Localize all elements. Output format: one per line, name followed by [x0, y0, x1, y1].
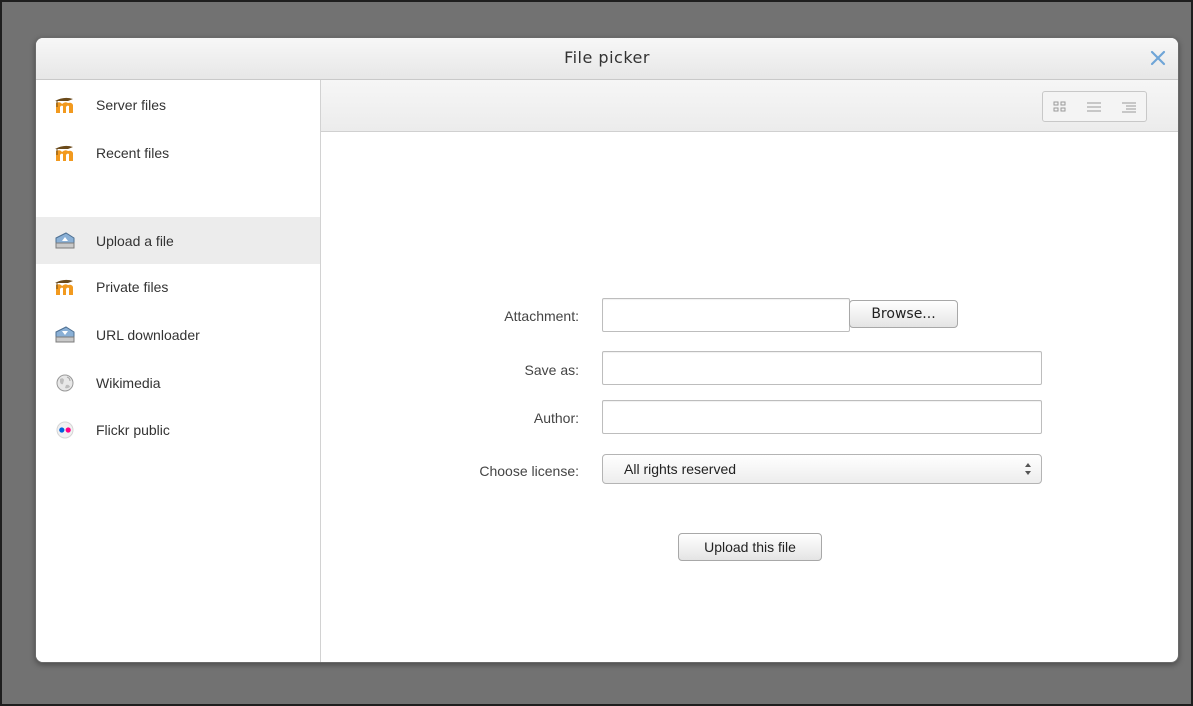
sidebar-item-label: Upload a file — [96, 232, 174, 249]
close-icon[interactable] — [1147, 47, 1169, 69]
save-as-field[interactable] — [602, 351, 1042, 385]
sidebar-item-recent-files[interactable]: Recent files — [36, 130, 320, 176]
sidebar-item-label: Server files — [96, 97, 167, 113]
upload-this-file-button[interactable]: Upload this file — [678, 533, 822, 561]
sidebar-item-url-downloader[interactable]: URL downloader — [36, 312, 320, 358]
dialog-titlebar: File picker — [36, 38, 1178, 80]
sidebar-item-label: Private files — [96, 279, 169, 295]
list-view-icon[interactable] — [1077, 92, 1111, 121]
license-selected-value: All rights reserved — [624, 461, 737, 477]
upload-icon — [54, 231, 76, 251]
moodle-icon — [54, 143, 76, 163]
icons-view-icon[interactable] — [1043, 92, 1077, 121]
select-arrows-icon — [1025, 463, 1031, 475]
sidebar-item-label: URL downloader — [96, 327, 200, 343]
sidebar-item-wikimedia[interactable]: Wikimedia — [36, 360, 320, 406]
sidebar-item-label: Recent files — [96, 145, 170, 161]
save-as-label: Save as: — [524, 362, 579, 378]
view-mode-group — [1042, 91, 1147, 122]
sidebar-item-private-files[interactable]: Private files — [36, 264, 320, 310]
attachment-label: Attachment: — [504, 308, 579, 324]
sidebar-item-upload-a-file[interactable]: Upload a file — [36, 217, 320, 264]
moodle-icon — [54, 95, 76, 115]
license-select[interactable]: All rights reserved — [602, 454, 1042, 484]
attachment-field[interactable] — [602, 298, 850, 332]
sidebar-item-server-files[interactable]: Server files — [36, 82, 320, 128]
download-icon — [54, 325, 76, 345]
license-label: Choose license: — [479, 463, 579, 479]
dialog-title: File picker — [564, 48, 650, 67]
repository-sidebar: Server files Recent files Upload a file … — [36, 80, 321, 662]
tree-view-icon[interactable] — [1112, 92, 1146, 121]
wikimedia-icon — [54, 373, 76, 393]
upload-form: Attachment: Browse... Save as: Author: C… — [321, 132, 1178, 662]
file-picker-toolbar — [321, 80, 1178, 132]
browse-button[interactable]: Browse... — [849, 300, 958, 328]
file-picker-dialog: File picker Server files Recent files Up… — [35, 37, 1179, 663]
moodle-icon — [54, 277, 76, 297]
author-label: Author: — [533, 410, 579, 426]
sidebar-item-label: Flickr public — [96, 422, 170, 438]
sidebar-item-flickr-public[interactable]: Flickr public — [36, 407, 320, 453]
sidebar-item-label: Wikimedia — [96, 375, 161, 391]
author-field[interactable] — [602, 400, 1042, 434]
flickr-icon — [54, 420, 76, 440]
